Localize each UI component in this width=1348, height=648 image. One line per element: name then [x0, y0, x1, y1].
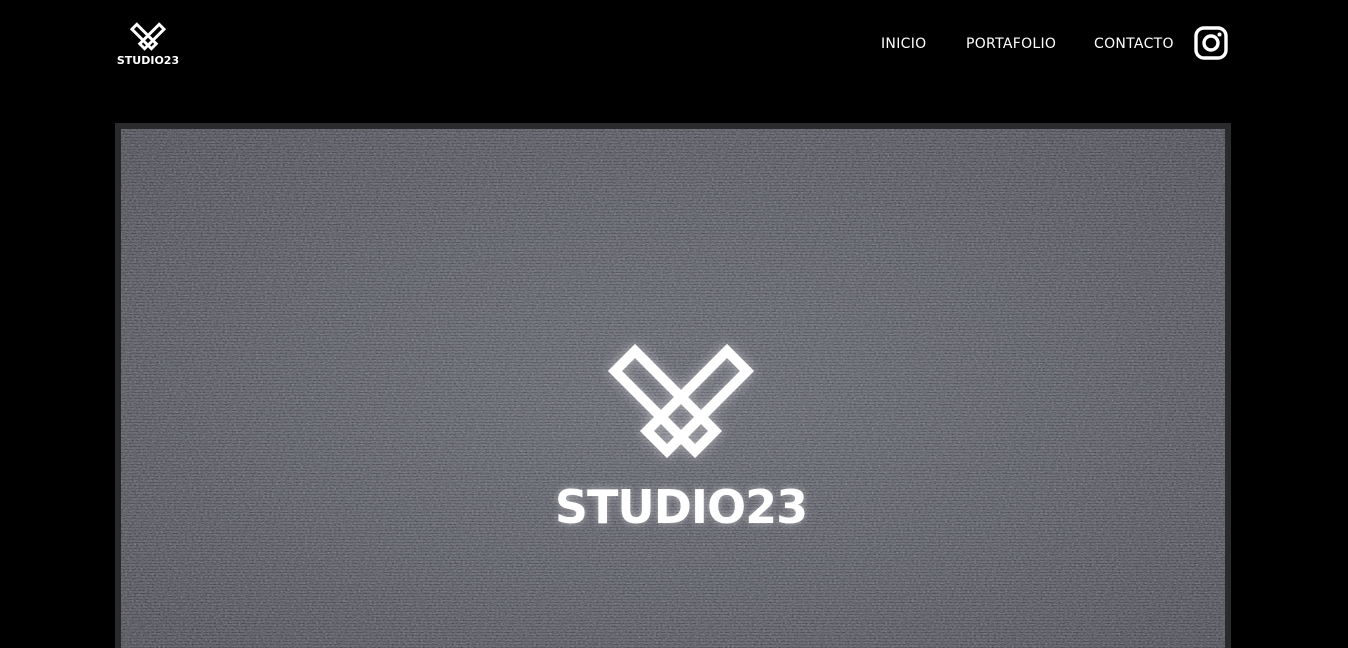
studio23-logo-mark-icon: [130, 22, 166, 51]
nav-link-contacto[interactable]: CONTACTO: [1094, 34, 1174, 54]
hero-video-frame: STUDIO23: [115, 123, 1231, 648]
page: STUDIO23 INICIO PORTAFOLIO CONTACTO STUD…: [0, 0, 1348, 648]
nav-link-portafolio[interactable]: PORTAFOLIO: [966, 34, 1056, 54]
logo-text: STUDIO23: [116, 54, 180, 67]
hero-logo: STUDIO23: [541, 341, 821, 541]
studio23-large-logo-mark-icon: [607, 343, 755, 459]
site-header: STUDIO23 INICIO PORTAFOLIO CONTACTO: [0, 0, 1348, 90]
instagram-icon[interactable]: [1193, 25, 1229, 61]
hero-static-background: STUDIO23: [121, 129, 1225, 648]
nav-link-inicio[interactable]: INICIO: [881, 34, 926, 54]
hero-title: STUDIO23: [554, 480, 808, 534]
site-logo[interactable]: STUDIO23: [114, 20, 182, 70]
